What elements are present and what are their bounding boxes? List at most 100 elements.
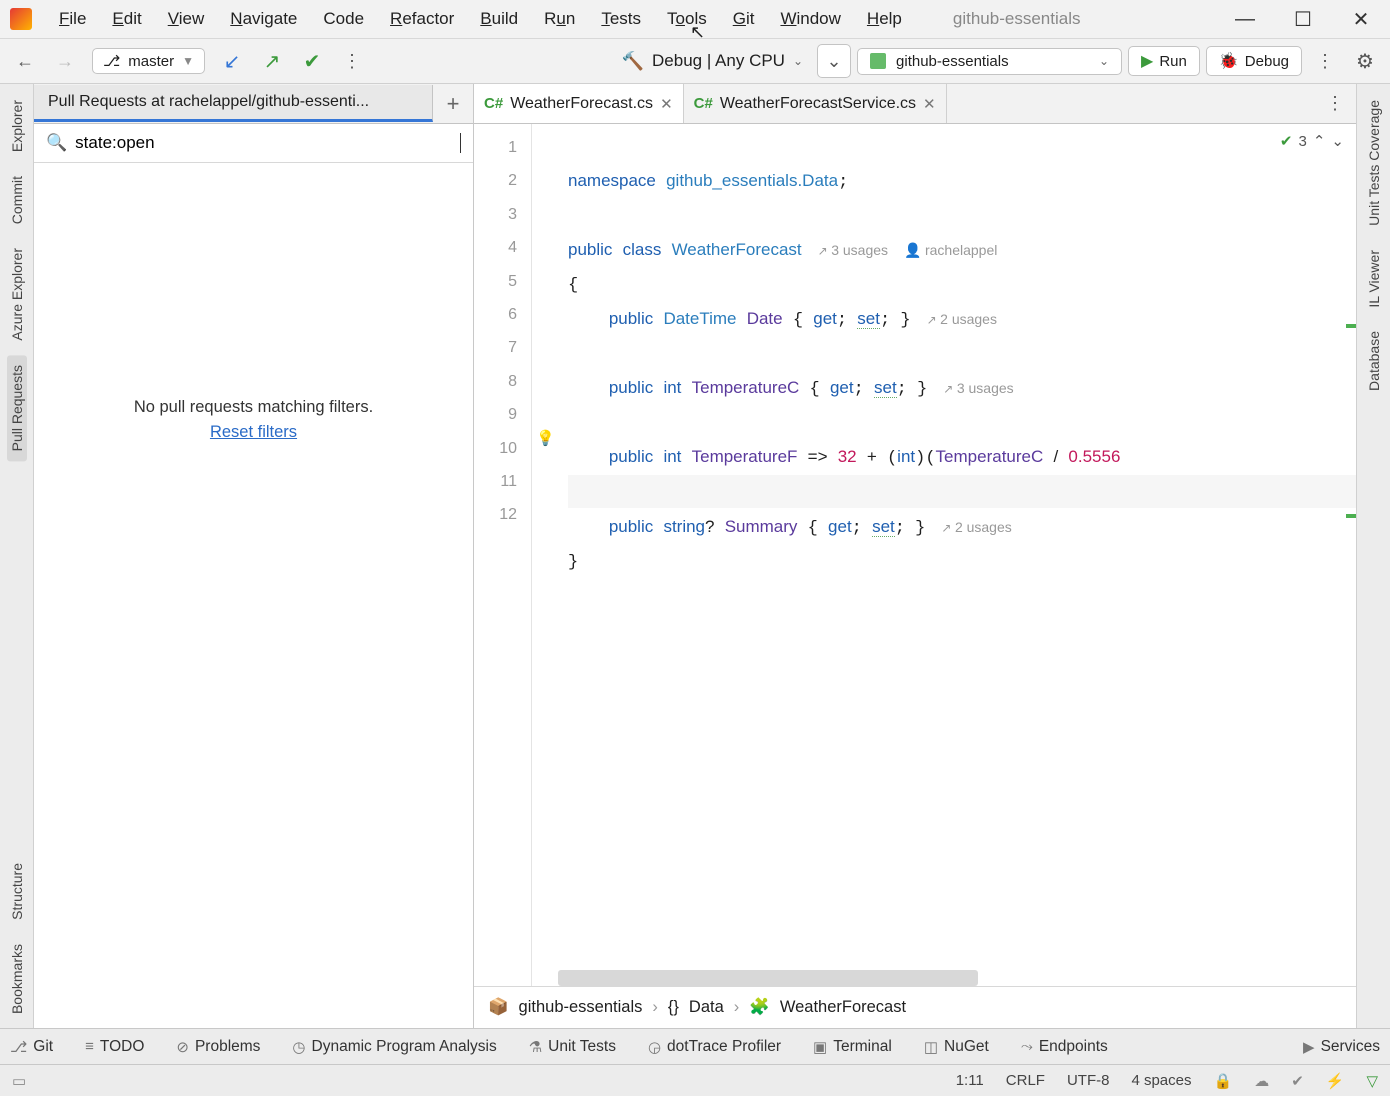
zap-icon[interactable]: ⚡ bbox=[1326, 1072, 1345, 1090]
bt-git[interactable]: ⎇Git bbox=[10, 1038, 53, 1056]
bt-dpa[interactable]: ◷Dynamic Program Analysis bbox=[292, 1038, 496, 1056]
strip-commit[interactable]: Commit bbox=[7, 166, 27, 234]
back-button[interactable]: ← bbox=[8, 44, 42, 78]
bt-todo[interactable]: ≡TODO bbox=[85, 1038, 144, 1056]
usages-hint[interactable]: ↗ 3 usages bbox=[943, 382, 1013, 397]
bt-services[interactable]: ▶Services bbox=[1303, 1038, 1380, 1056]
check-circle-icon[interactable]: ✔ bbox=[1291, 1072, 1304, 1090]
run-button[interactable]: ▶ Run bbox=[1128, 46, 1200, 76]
close-icon[interactable]: ✕ bbox=[1352, 10, 1370, 28]
add-tab-button[interactable]: + bbox=[433, 91, 473, 117]
inspection-icon[interactable]: ☁ bbox=[1254, 1072, 1269, 1090]
chevron-up-icon[interactable]: ⌃ bbox=[1313, 132, 1326, 150]
tool-window-icon[interactable]: ▭ bbox=[12, 1072, 26, 1090]
minimize-icon[interactable]: — bbox=[1236, 10, 1254, 28]
commit-button[interactable]: ✔ bbox=[295, 44, 329, 78]
branch-selector[interactable]: ⎇ master ▼ bbox=[92, 48, 205, 74]
menu-window[interactable]: Window bbox=[767, 5, 853, 33]
strip-database[interactable]: Database bbox=[1364, 321, 1384, 401]
usages-hint[interactable]: ↗ 2 usages bbox=[927, 313, 997, 328]
project-name: github-essentials bbox=[953, 9, 1081, 29]
marker-stripe[interactable] bbox=[1342, 164, 1356, 944]
editor-tab-active[interactable]: C# WeatherForecast.cs ✕ bbox=[474, 84, 684, 123]
usages-hint[interactable]: ↗ 2 usages bbox=[941, 521, 1011, 536]
vcs-more-button[interactable]: ⋮ bbox=[335, 44, 369, 78]
pr-search-input[interactable] bbox=[75, 133, 461, 153]
close-tab-icon[interactable]: ✕ bbox=[923, 95, 936, 113]
editor-tab[interactable]: C# WeatherForecastService.cs ✕ bbox=[684, 84, 947, 123]
menu-tools[interactable]: Tools bbox=[654, 5, 720, 33]
run-config-chevron[interactable]: ⌄ bbox=[817, 44, 851, 78]
lock-icon[interactable]: 🔒 bbox=[1214, 1072, 1233, 1090]
run-target[interactable]: github-essentials ⌄ bbox=[857, 48, 1122, 75]
menu-code[interactable]: Code bbox=[310, 5, 377, 33]
maximize-icon[interactable]: ☐ bbox=[1294, 10, 1312, 28]
menu-edit[interactable]: Edit bbox=[99, 5, 154, 33]
bulb-icon[interactable]: 💡 bbox=[536, 429, 555, 447]
author-hint[interactable]: 👤 rachelappel bbox=[904, 244, 997, 259]
menu-build[interactable]: Build bbox=[467, 5, 531, 33]
right-tool-strip: Unit Tests Coverage IL Viewer Database bbox=[1356, 84, 1390, 1028]
menu-bar: File Edit View Navigate Code Refactor Bu… bbox=[0, 0, 1390, 39]
file-encoding[interactable]: UTF-8 bbox=[1067, 1072, 1110, 1089]
strip-azure[interactable]: Azure Explorer bbox=[7, 238, 27, 351]
search-icon: 🔍 bbox=[46, 133, 67, 153]
menu-navigate[interactable]: Navigate bbox=[217, 5, 310, 33]
strip-unit-tests-coverage[interactable]: Unit Tests Coverage bbox=[1364, 90, 1384, 236]
left-tool-strip: Explorer Commit Azure Explorer Pull Requ… bbox=[0, 84, 34, 1028]
line-gutter: 123456789101112 bbox=[474, 124, 532, 986]
menu-refactor[interactable]: Refactor bbox=[377, 5, 467, 33]
toolbar: ← → ⎇ master ▼ ↙ ↗ ✔ ⋮ 🔨 Debug | Any CPU… bbox=[0, 39, 1390, 84]
warning-icon: ⊘ bbox=[176, 1038, 189, 1056]
bt-problems[interactable]: ⊘Problems bbox=[176, 1038, 260, 1056]
reset-filters-link[interactable]: Reset filters bbox=[210, 423, 297, 442]
pull-button[interactable]: ↙ bbox=[215, 44, 249, 78]
bt-nuget[interactable]: ◫NuGet bbox=[924, 1038, 989, 1056]
line-separator[interactable]: CRLF bbox=[1006, 1072, 1045, 1089]
csharp-icon: C# bbox=[694, 95, 713, 112]
target-icon bbox=[870, 53, 886, 69]
bug-icon: 🐞 bbox=[1219, 51, 1239, 71]
tab-menu-button[interactable]: ⋮ bbox=[1314, 93, 1356, 114]
close-tab-icon[interactable]: ✕ bbox=[660, 95, 673, 113]
code-status[interactable]: ✔ 3 ⌃ ⌄ bbox=[1280, 132, 1344, 150]
build-config[interactable]: 🔨 Debug | Any CPU ⌄ bbox=[614, 47, 811, 76]
menu-help[interactable]: Help bbox=[854, 5, 915, 33]
menu-view[interactable]: View bbox=[155, 5, 218, 33]
strip-il-viewer[interactable]: IL Viewer bbox=[1364, 240, 1384, 318]
run-more-button[interactable]: ⋮ bbox=[1308, 44, 1342, 78]
bt-dottrace[interactable]: ◶dotTrace Profiler bbox=[648, 1038, 781, 1056]
menu-run[interactable]: Run bbox=[531, 5, 588, 33]
flask-icon: ⚗ bbox=[529, 1038, 542, 1056]
code-editor[interactable]: namespace github_essentials.Data; public… bbox=[558, 124, 1356, 986]
forward-button[interactable]: → bbox=[48, 44, 82, 78]
endpoints-icon: ⤳ bbox=[1021, 1038, 1033, 1055]
indent[interactable]: 4 spaces bbox=[1131, 1072, 1191, 1089]
check-icon: ✔ bbox=[1280, 132, 1293, 150]
settings-button[interactable]: ⚙ bbox=[1348, 44, 1382, 78]
app-icon bbox=[10, 8, 32, 30]
services-icon: ▶ bbox=[1303, 1038, 1315, 1056]
panel-tab[interactable]: Pull Requests at rachelappel/github-esse… bbox=[34, 85, 433, 122]
chevron-down-icon[interactable]: ⌄ bbox=[1331, 132, 1344, 150]
strip-structure[interactable]: Structure bbox=[7, 853, 27, 930]
bt-endpoints[interactable]: ⤳Endpoints bbox=[1021, 1038, 1108, 1056]
menu-tests[interactable]: Tests bbox=[588, 5, 654, 33]
breadcrumb[interactable]: 📦 github-essentials › {} Data › 🧩 Weathe… bbox=[474, 986, 1356, 1028]
bt-terminal[interactable]: ▣Terminal bbox=[813, 1038, 892, 1056]
usages-hint[interactable]: ↗ 3 usages bbox=[818, 244, 888, 259]
list-icon: ≡ bbox=[85, 1038, 94, 1055]
pull-requests-panel: Pull Requests at rachelappel/github-esse… bbox=[34, 84, 474, 1028]
branch-name: master bbox=[128, 53, 174, 70]
shield-icon[interactable]: ▽ bbox=[1366, 1072, 1378, 1090]
strip-bookmarks[interactable]: Bookmarks bbox=[7, 934, 27, 1024]
menu-file[interactable]: File bbox=[46, 5, 99, 33]
debug-button[interactable]: 🐞 Debug bbox=[1206, 46, 1302, 76]
horizontal-scrollbar[interactable] bbox=[558, 970, 978, 986]
bt-unit-tests[interactable]: ⚗Unit Tests bbox=[529, 1038, 616, 1056]
push-button[interactable]: ↗ bbox=[255, 44, 289, 78]
strip-pull-requests[interactable]: Pull Requests bbox=[7, 355, 27, 461]
strip-explorer[interactable]: Explorer bbox=[7, 90, 27, 162]
caret-position[interactable]: 1:11 bbox=[956, 1072, 984, 1089]
menu-git[interactable]: Git bbox=[720, 5, 768, 33]
